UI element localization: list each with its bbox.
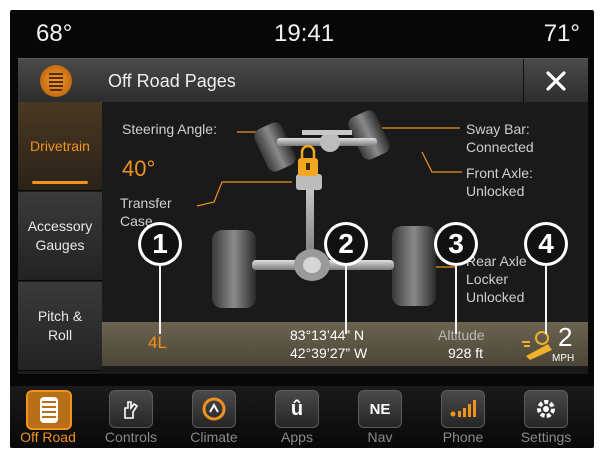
gear-icon [524, 390, 568, 428]
callout-3: 3 [434, 222, 478, 266]
phone-icon [441, 390, 485, 428]
callout-line [345, 262, 347, 334]
nav-nav[interactable]: NE Nav [348, 390, 412, 448]
sidebar-item-label: Drivetrain [30, 137, 90, 154]
callout-line [545, 262, 547, 334]
nav-label: Phone [442, 429, 484, 445]
callout-number: 2 [327, 225, 365, 263]
outside-temp-left: 68° [36, 20, 73, 47]
nav-label: Off Road [20, 429, 76, 445]
nav-apps[interactable]: û Apps [265, 390, 329, 448]
gps-latitude: 42°39’27” W [290, 345, 368, 361]
sidebar-item-accessory-gauges[interactable]: Accessory Gauges [18, 192, 102, 281]
callout-line [455, 262, 457, 334]
hand-controls-icon [109, 390, 153, 428]
callout-line [159, 262, 161, 334]
nav-label: Apps [281, 429, 313, 445]
wheel-speed-icon [522, 331, 552, 360]
sidebar-item-label: Accessory Gauges [27, 218, 93, 253]
sidebar: Drivetrain Accessory Gauges Pitch & Roll [18, 102, 102, 374]
apps-icon: û [275, 390, 319, 428]
sidebar-item-label: Pitch & Roll [37, 308, 83, 343]
callout-1: 1 [138, 222, 182, 266]
gps-longitude: 83°13’44” N [290, 327, 365, 343]
steering-angle-value: 40° [122, 156, 156, 181]
altitude-value: 928 ft [448, 345, 484, 361]
callout-number: 3 [437, 225, 475, 263]
speed-value: 2 [558, 322, 573, 352]
sway-bar-value: Connected [466, 139, 534, 155]
front-axle-label: Front Axle: [466, 165, 533, 181]
nav-settings[interactable]: Settings [514, 390, 578, 448]
close-button[interactable] [523, 59, 588, 103]
callout-number: 1 [141, 225, 179, 263]
close-icon [546, 71, 566, 91]
nav-off-road[interactable]: Off Road [16, 390, 80, 448]
nav-label: Climate [190, 429, 238, 445]
page-title: Off Road Pages [108, 71, 236, 91]
status-bar: 68° 19:41 71° [10, 10, 594, 54]
steering-angle-label: Steering Angle: [122, 121, 217, 137]
nav-controls[interactable]: Controls [99, 390, 163, 448]
drivetrain-panel: Steering Angle: 40° Transfer Case Sway B… [102, 102, 588, 374]
bottom-nav-bar: Off Road Controls Climate û Apps NE Nav [10, 386, 594, 448]
nav-phone[interactable]: Phone [431, 390, 495, 448]
sway-bar-label: Sway Bar: [466, 121, 530, 137]
sidebar-item-drivetrain[interactable]: Drivetrain [18, 102, 102, 191]
callout-4: 4 [524, 222, 568, 266]
nav-label: Controls [104, 429, 158, 445]
speed-unit: MPH [552, 353, 575, 364]
off-road-logo-icon [40, 65, 72, 97]
climate-icon [192, 390, 236, 428]
transfer-mode-value: 4L [148, 333, 167, 352]
altitude-label: Altitude [438, 327, 485, 343]
tire-tread-icon [26, 390, 72, 430]
nav-label: Nav [367, 429, 393, 445]
compass-icon: NE [358, 390, 402, 428]
nav-label: Settings [520, 429, 572, 445]
title-bar: Off Road Pages [18, 58, 588, 103]
clock: 19:41 [274, 20, 335, 47]
rear-axle-locker-value: Unlocked [466, 289, 525, 305]
callout-2: 2 [324, 222, 368, 266]
outside-temp-right: 71° [543, 20, 580, 47]
nav-climate[interactable]: Climate [182, 390, 246, 448]
infotainment-screen: 68° 19:41 71° Off Road Pages Drivetrain … [10, 10, 594, 448]
front-axle-value: Unlocked [466, 183, 525, 199]
compass-heading: NE [369, 400, 391, 418]
sidebar-item-pitch-roll[interactable]: Pitch & Roll [18, 282, 102, 371]
callout-number: 4 [527, 225, 565, 263]
